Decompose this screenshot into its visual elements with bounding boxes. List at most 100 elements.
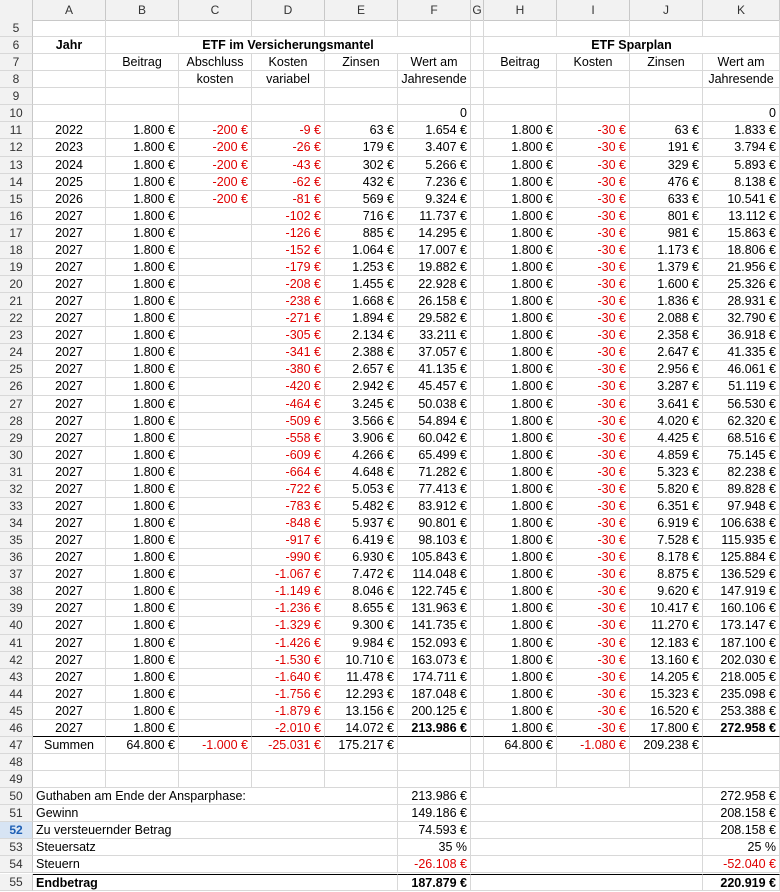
data-cell[interactable]: -990 €	[252, 549, 325, 567]
cell[interactable]	[252, 105, 325, 123]
data-cell[interactable]: 2025	[33, 173, 106, 191]
data-cell[interactable]: -9 €	[252, 122, 325, 140]
row-header[interactable]: 25	[0, 361, 33, 379]
row-header[interactable]: 53	[0, 839, 33, 857]
cell[interactable]	[557, 88, 630, 106]
data-cell[interactable]: -152 €	[252, 241, 325, 259]
data-cell[interactable]: 1.654 €	[398, 122, 471, 140]
data-cell[interactable]: 28.931 €	[703, 293, 780, 311]
data-cell[interactable]: 2027	[33, 276, 106, 294]
data-cell[interactable]: 2.956 €	[630, 361, 703, 379]
data-cell[interactable]: -305 €	[252, 327, 325, 345]
summary-left-value[interactable]: 74.593 €	[398, 822, 471, 840]
data-cell[interactable]: 14.072 €	[325, 719, 398, 737]
data-cell[interactable]: 14.205 €	[630, 668, 703, 686]
row-header[interactable]: 34	[0, 515, 33, 533]
data-cell[interactable]	[179, 566, 252, 584]
data-cell[interactable]: 33.211 €	[398, 327, 471, 345]
data-cell[interactable]: 1.800 €	[484, 190, 557, 208]
row-header[interactable]: 50	[0, 788, 33, 806]
data-cell[interactable]: 1.800 €	[106, 532, 179, 550]
data-cell[interactable]: 1.800 €	[106, 344, 179, 362]
cell[interactable]	[471, 122, 484, 140]
data-cell[interactable]: 41.135 €	[398, 361, 471, 379]
cell[interactable]	[179, 20, 252, 38]
data-cell[interactable]: -30 €	[557, 207, 630, 225]
data-cell[interactable]: -238 €	[252, 293, 325, 311]
data-cell[interactable]: -30 €	[557, 293, 630, 311]
data-cell[interactable]: 1.800 €	[106, 293, 179, 311]
data-cell[interactable]: 1.800 €	[484, 327, 557, 345]
data-cell[interactable]: -30 €	[557, 685, 630, 703]
data-cell[interactable]: 2027	[33, 361, 106, 379]
data-cell[interactable]: 2.942 €	[325, 378, 398, 396]
cell[interactable]	[471, 139, 484, 157]
row-header[interactable]: 21	[0, 293, 33, 311]
data-cell[interactable]: -30 €	[557, 122, 630, 140]
data-cell[interactable]	[179, 668, 252, 686]
data-cell[interactable]: 17.007 €	[398, 241, 471, 259]
cell[interactable]	[471, 771, 484, 789]
data-cell[interactable]	[179, 310, 252, 328]
header-kosten[interactable]: Kosten	[252, 54, 325, 72]
data-cell[interactable]: 1.800 €	[106, 139, 179, 157]
data-cell[interactable]: 71.282 €	[398, 463, 471, 481]
data-cell[interactable]: 1.800 €	[106, 412, 179, 430]
row-header[interactable]: 13	[0, 156, 33, 174]
data-cell[interactable]: 63 €	[325, 122, 398, 140]
cell[interactable]	[471, 224, 484, 242]
cell[interactable]	[471, 54, 484, 72]
cell[interactable]	[703, 88, 780, 106]
cell[interactable]	[703, 736, 780, 754]
data-cell[interactable]: 2027	[33, 463, 106, 481]
data-cell[interactable]: 106.638 €	[703, 515, 780, 533]
data-cell[interactable]: 63 €	[630, 122, 703, 140]
data-cell[interactable]: -30 €	[557, 446, 630, 464]
data-cell[interactable]: 1.800 €	[484, 224, 557, 242]
row-header[interactable]: 10	[0, 105, 33, 123]
data-cell[interactable]	[179, 395, 252, 413]
cell[interactable]	[471, 105, 484, 123]
data-cell[interactable]: 5.482 €	[325, 497, 398, 516]
data-cell[interactable]: 9.620 €	[630, 583, 703, 601]
cell[interactable]	[703, 754, 780, 772]
data-cell[interactable]	[179, 293, 252, 311]
data-cell[interactable]: 5.266 €	[398, 156, 471, 174]
row-header[interactable]: 27	[0, 395, 33, 413]
sum-kosten[interactable]: -25.031 €	[252, 736, 325, 754]
data-cell[interactable]	[179, 412, 252, 430]
data-cell[interactable]	[179, 344, 252, 362]
sum-zinsen[interactable]: 175.217 €	[325, 736, 398, 754]
summary-left-value[interactable]: 149.186 €	[398, 805, 471, 823]
cell[interactable]	[557, 754, 630, 772]
start-value-right[interactable]: 0	[703, 105, 780, 123]
header-zinsen[interactable]: Zinsen	[325, 54, 398, 72]
cell[interactable]	[471, 839, 703, 857]
data-cell[interactable]: -30 €	[557, 515, 630, 533]
data-cell[interactable]: 2027	[33, 532, 106, 550]
cell[interactable]	[471, 310, 484, 328]
data-cell[interactable]: 77.413 €	[398, 480, 471, 498]
data-cell[interactable]: -30 €	[557, 378, 630, 396]
row-header[interactable]: 55	[0, 873, 33, 891]
column-header-d[interactable]: D	[252, 0, 325, 20]
data-cell[interactable]: 1.800 €	[106, 463, 179, 481]
cell[interactable]	[471, 583, 484, 601]
cell[interactable]	[179, 771, 252, 789]
cell[interactable]	[398, 88, 471, 106]
cell[interactable]	[703, 771, 780, 789]
header-jahresende[interactable]: Jahresende	[398, 71, 471, 89]
data-cell[interactable]: 2027	[33, 685, 106, 703]
cell[interactable]	[179, 105, 252, 123]
cell[interactable]	[106, 771, 179, 789]
data-cell[interactable]: 329 €	[630, 156, 703, 174]
data-cell[interactable]: -208 €	[252, 276, 325, 294]
data-cell[interactable]: 18.806 €	[703, 241, 780, 259]
data-cell[interactable]: 90.801 €	[398, 515, 471, 533]
data-cell[interactable]: 50.038 €	[398, 395, 471, 413]
cell[interactable]	[471, 276, 484, 294]
cell[interactable]	[471, 617, 484, 635]
cell[interactable]	[471, 600, 484, 618]
data-cell[interactable]	[179, 258, 252, 277]
data-cell[interactable]: -1.236 €	[252, 600, 325, 618]
